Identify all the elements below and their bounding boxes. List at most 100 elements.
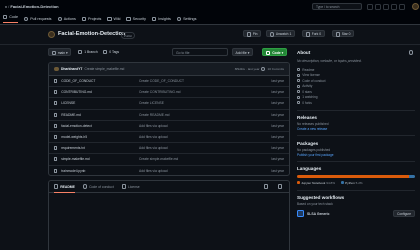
- tab-insights[interactable]: Insights: [152, 15, 171, 23]
- history-icon: [261, 66, 266, 72]
- latest-commit-row: DharkhandYT Create simple_makefile.md 8f…: [49, 63, 289, 76]
- about-item[interactable]: 0 forks: [297, 100, 415, 106]
- commit-hash[interactable]: 8f9d1fe: [235, 67, 245, 71]
- file-commit-time: last year: [271, 90, 284, 95]
- file-row[interactable]: model-weights.h5 Add files via upload last…: [49, 132, 289, 144]
- language-bar-jupyter: [297, 175, 409, 178]
- watch-button[interactable]: Unwatch 1: [266, 30, 295, 37]
- file-icon: [54, 135, 58, 140]
- issues-icon[interactable]: [383, 3, 389, 10]
- language-item-jupyter[interactable]: Jupyter Notebook 94.8%: [297, 181, 335, 185]
- visibility-badge: Public: [121, 32, 136, 40]
- breadcrumb: x / Facial-Emotion-Detection: [5, 4, 59, 9]
- file-name[interactable]: CONTRIBUTING.md: [54, 90, 139, 95]
- repo-title[interactable]: Facial-Emotion-Detection: [58, 31, 125, 37]
- file-icon: [54, 101, 58, 106]
- file-row[interactable]: LICENSE Create LICENSE last year: [49, 98, 289, 110]
- file-row[interactable]: CODE_OF_CONDUCT Create CODE_OF_CONDUCT las…: [49, 76, 289, 88]
- workflow-item: SLSA Generic Configure: [297, 210, 415, 217]
- tab-readme[interactable]: README: [54, 184, 75, 193]
- plus-icon[interactable]: [375, 3, 381, 10]
- file-icon: [54, 157, 58, 162]
- file-row[interactable]: README.md Create README.md last year: [49, 110, 289, 121]
- repo-link[interactable]: Facial-Emotion-Detection: [10, 4, 58, 9]
- file-commit-message[interactable]: Create README.md: [139, 113, 257, 117]
- eye-icon: [269, 32, 274, 37]
- branch-select-button[interactable]: main ▾: [48, 48, 72, 56]
- tab-license[interactable]: License: [121, 184, 140, 189]
- about-description: No description, website, or topics provi…: [297, 59, 362, 63]
- commit-author[interactable]: DharkhandYT: [61, 67, 82, 71]
- gear-icon[interactable]: [408, 50, 413, 55]
- file-row[interactable]: CONTRIBUTING.md Create CONTRIBUTING.md las…: [49, 87, 289, 99]
- copilot-icon[interactable]: [367, 3, 373, 10]
- go-to-file-input[interactable]: Go to file: [172, 48, 228, 56]
- tab-code-of-conduct[interactable]: Code of conduct: [82, 184, 114, 189]
- file-row[interactable]: simple-makefile.md Create simple-makefile…: [49, 154, 289, 166]
- pin-button[interactable]: Pin: [243, 30, 261, 37]
- file-name[interactable]: simple-makefile.md: [54, 157, 139, 162]
- pull-request-icon: [24, 17, 29, 22]
- tab-code[interactable]: Code: [3, 15, 19, 24]
- star-count: 0: [348, 32, 351, 37]
- heart-icon: [82, 184, 88, 189]
- global-search-input[interactable]: Type / to search: [312, 3, 362, 10]
- shield-icon: [126, 17, 131, 22]
- tab-security[interactable]: Security: [126, 15, 146, 23]
- play-icon: [57, 17, 62, 22]
- file-commit-message[interactable]: Add files via upload: [139, 135, 257, 139]
- file-commit-message[interactable]: Create CODE_OF_CONDUCT: [139, 79, 257, 83]
- fork-button[interactable]: Fork 0: [302, 30, 325, 37]
- file-name[interactable]: requirements.txt: [54, 146, 139, 151]
- file-commit-time: last year: [271, 169, 284, 174]
- file-commit-time: last year: [271, 112, 284, 117]
- owner-link[interactable]: x: [5, 4, 7, 9]
- file-commit-message[interactable]: Create simple-makefile.md: [139, 157, 257, 161]
- packages-heading[interactable]: Packages: [297, 141, 415, 146]
- file-commit-message[interactable]: Add files via upload: [139, 146, 257, 150]
- branches-link[interactable]: 1 Branch: [78, 50, 98, 55]
- user-avatar[interactable]: [412, 3, 419, 10]
- file-row[interactable]: requirements.txt Add files via upload last…: [49, 143, 289, 155]
- workflows-heading: Suggested workflows: [297, 195, 345, 200]
- publish-package-link[interactable]: Publish your first package: [297, 153, 415, 157]
- edit-pencil-icon[interactable]: [263, 184, 268, 189]
- file-commit-message[interactable]: Add files via upload: [139, 169, 257, 173]
- code-icon: [3, 15, 8, 20]
- commit-message[interactable]: Create simple_makefile.md: [84, 67, 124, 71]
- repo-owner-avatar[interactable]: [48, 31, 55, 38]
- file-commit-message[interactable]: Create LICENSE: [139, 101, 257, 105]
- file-name[interactable]: model-weights.h5: [54, 135, 139, 140]
- tab-projects[interactable]: Projects: [81, 15, 101, 23]
- file-commit-message[interactable]: Create CONTRIBUTING.md: [139, 90, 257, 94]
- commit-author-avatar[interactable]: [54, 66, 59, 72]
- file-name[interactable]: CODE_OF_CONDUCT: [54, 79, 139, 84]
- file-commit-message[interactable]: Add files via upload: [139, 124, 257, 128]
- file-name[interactable]: LICENSE: [54, 101, 139, 106]
- file-row[interactable]: trainmodel.ipynb Add files via upload last…: [49, 166, 289, 176]
- list-icon[interactable]: [277, 184, 282, 189]
- tab-pull-requests[interactable]: Pull requests: [24, 15, 52, 23]
- file-name[interactable]: facial-emotion-detect: [54, 123, 139, 128]
- file-row[interactable]: facial-emotion-detect Add files via uploa…: [49, 121, 289, 132]
- book-icon: [54, 184, 59, 189]
- tags-link[interactable]: 0 Tags: [103, 50, 119, 55]
- file-name[interactable]: trainmodel.ipynb: [54, 169, 139, 174]
- code-button[interactable]: Code ▾: [262, 48, 288, 56]
- create-release-link[interactable]: Create a new release: [297, 127, 415, 131]
- tab-settings[interactable]: Settings: [176, 15, 196, 23]
- star-button[interactable]: Star 0: [332, 30, 354, 37]
- add-file-button[interactable]: Add file ▾: [232, 48, 253, 56]
- file-name[interactable]: README.md: [54, 112, 139, 117]
- tab-actions[interactable]: Actions: [57, 15, 76, 23]
- pull-request-icon[interactable]: [391, 3, 397, 10]
- releases-heading[interactable]: Releases: [297, 115, 415, 120]
- language-item-python[interactable]: Python 5.2%: [341, 181, 363, 185]
- file-icon: [54, 112, 58, 117]
- commits-count[interactable]: 10 Commits: [267, 67, 284, 71]
- tab-wiki[interactable]: Wiki: [107, 15, 120, 23]
- law-icon: [297, 73, 301, 77]
- inbox-icon[interactable]: [399, 3, 405, 10]
- configure-button[interactable]: Configure: [393, 210, 415, 217]
- repo-nav-tabs: Code Pull requests Actions Projects Wiki…: [3, 15, 196, 24]
